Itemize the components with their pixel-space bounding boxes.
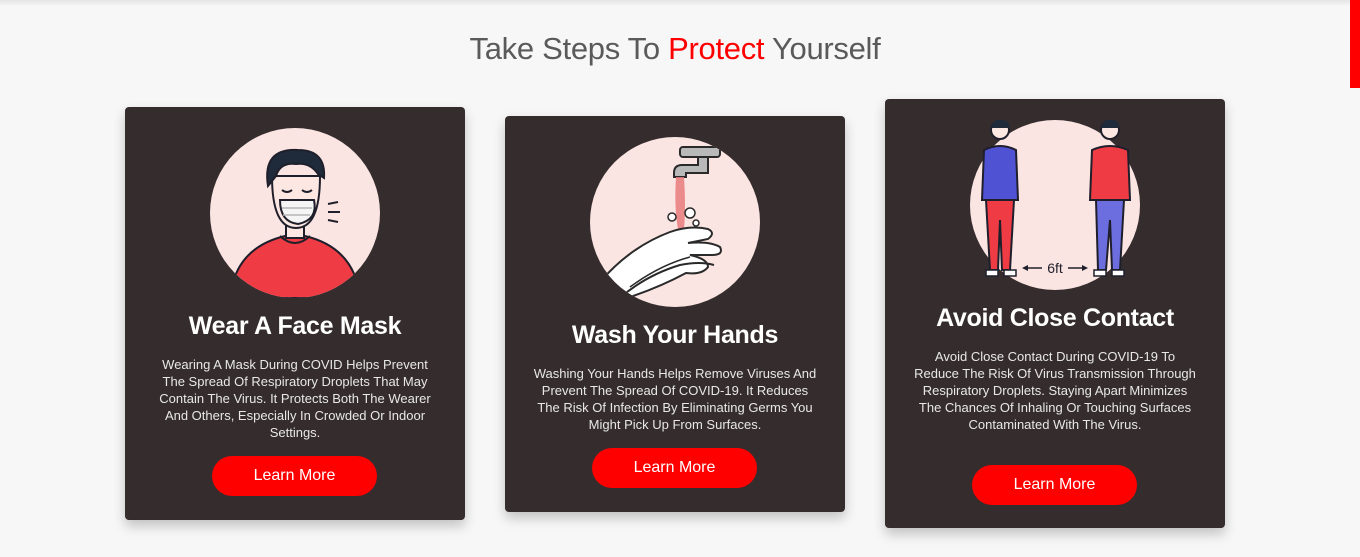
card-wash-hands: Wash Your Hands Washing Your Hands Helps… bbox=[505, 116, 845, 512]
header-shadow bbox=[0, 0, 1350, 6]
card-description: Washing Your Hands Helps Remove Viruses … bbox=[533, 366, 817, 432]
card-title: Avoid Close Contact bbox=[936, 304, 1174, 332]
distance-label: 6ft bbox=[1047, 260, 1063, 276]
section-title-prefix: Take Steps To bbox=[469, 31, 669, 66]
card-title: Wear A Face Mask bbox=[188, 312, 402, 340]
face-mask-illustration bbox=[210, 128, 380, 298]
learn-more-button[interactable]: Learn More bbox=[592, 448, 757, 488]
section-title-suffix: Yourself bbox=[764, 31, 881, 66]
card-avoid-contact: 6ft Avoid Close Contact Avoid Close Cont… bbox=[885, 99, 1225, 528]
section-title-accent: Protect bbox=[668, 31, 765, 66]
hand-washing-illustration bbox=[590, 137, 760, 307]
card-description: Avoid Close Contact During COVID-19 To R… bbox=[914, 349, 1196, 432]
card-description: Wearing A Mask During COVID Helps Preven… bbox=[159, 357, 431, 440]
scrollbar-thumb[interactable] bbox=[1350, 0, 1360, 88]
learn-more-button[interactable]: Learn More bbox=[212, 456, 377, 496]
section-title: Take Steps To Protect Yourself bbox=[0, 31, 1350, 67]
learn-more-button[interactable]: Learn More bbox=[972, 465, 1137, 505]
card-face-mask: Wear A Face Mask Wearing A Mask During C… bbox=[125, 107, 465, 520]
card-title: Wash Your Hands bbox=[571, 321, 779, 349]
social-distance-illustration: 6ft bbox=[970, 119, 1140, 290]
